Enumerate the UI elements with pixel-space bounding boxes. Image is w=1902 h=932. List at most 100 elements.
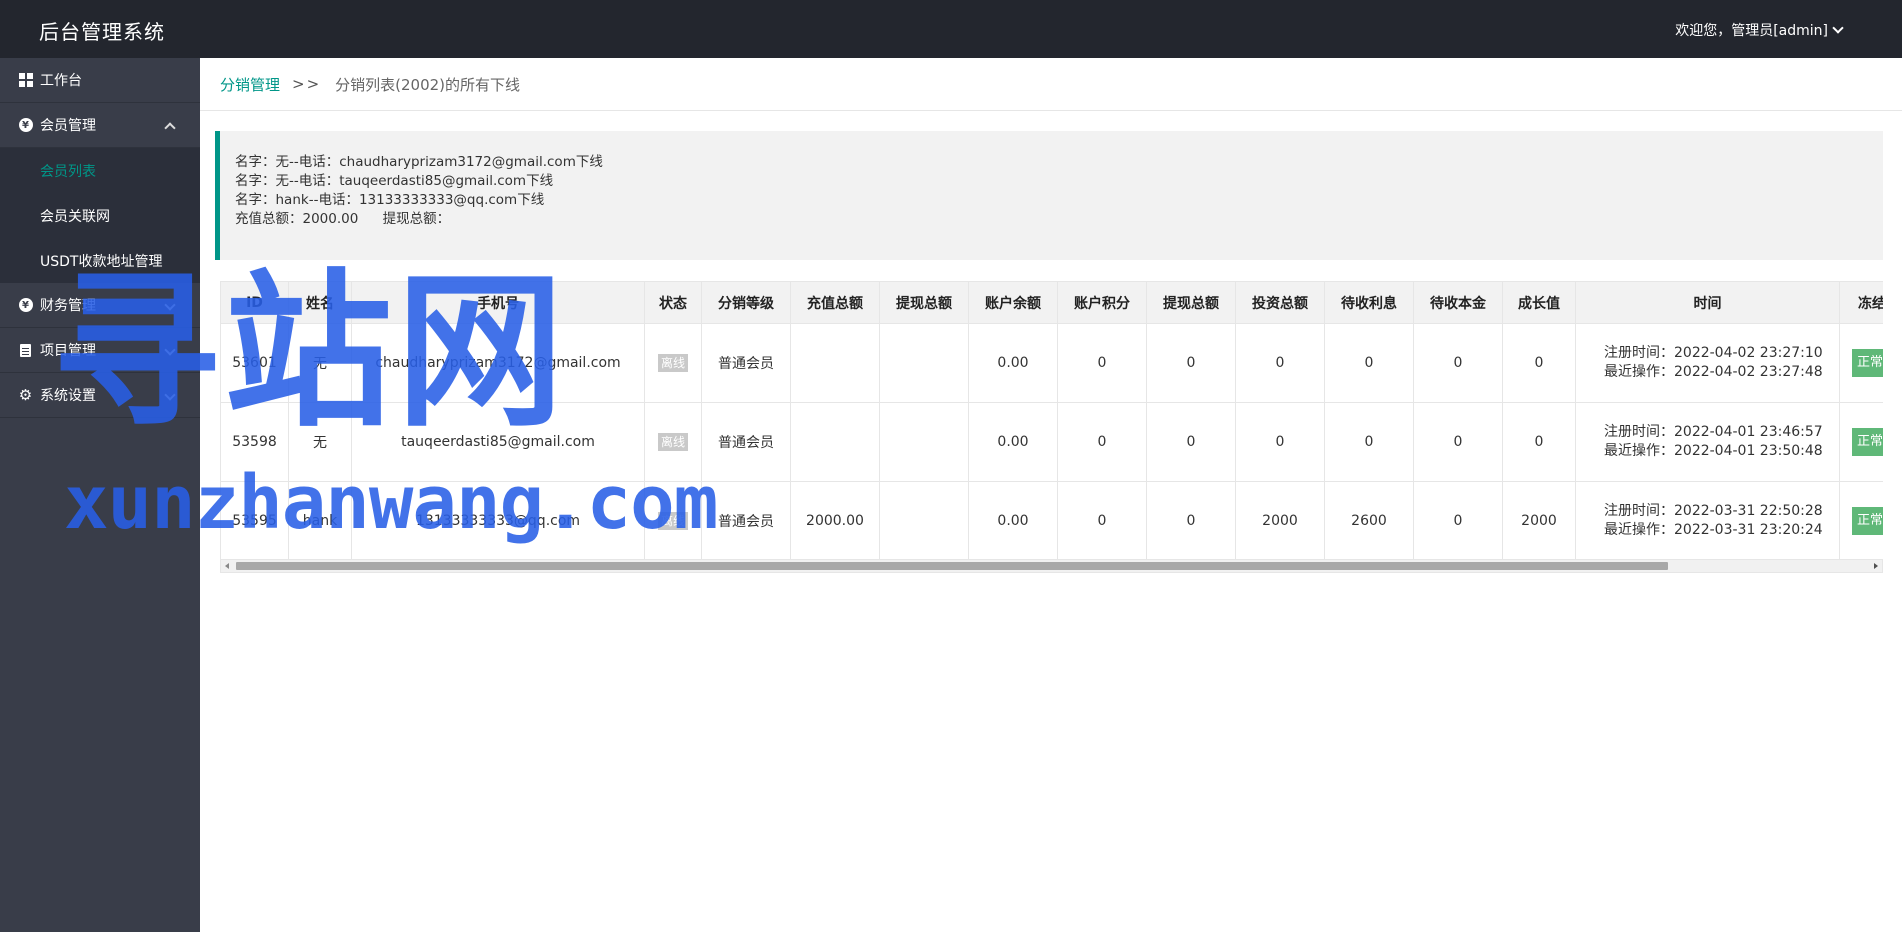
status-badge: 离线	[657, 354, 688, 372]
column-header: 提现总额	[1146, 281, 1236, 324]
cell-pending-interest: 2600	[1324, 481, 1414, 561]
sidebar-subitem-member-network[interactable]: 会员关联网	[0, 193, 200, 238]
sidebar-item-projects[interactable]: 项目管理	[0, 328, 200, 373]
yen-circle-icon: ¥	[18, 298, 33, 313]
clipboard-icon	[18, 343, 33, 358]
table-row: 53598 无 tauqeerdasti85@gmail.com 离线 普通会员 0.00…	[220, 402, 1883, 482]
cell-invest: 0	[1235, 402, 1325, 482]
status-badge: 离线	[657, 433, 688, 451]
sidebar-item-label: 系统设置	[40, 388, 96, 404]
app-title: 后台管理系统	[39, 20, 165, 44]
freeze-status-button[interactable]: 正常	[1851, 349, 1883, 377]
table-row: 53595 hank 13133333333@qq.com 离线 普通会员 2000.00…	[220, 481, 1883, 561]
scroll-left-arrow-icon[interactable]	[225, 563, 229, 569]
gear-icon: ⚙	[18, 385, 33, 404]
sidebar-item-label: 工作台	[40, 73, 82, 89]
member-table-container: ID 姓名 手机号 状态 分销等级 充值总额 提现总额 账户余额 账户积分 提现总额 投资总额 待收利…	[220, 281, 1883, 571]
horizontal-scrollbar[interactable]	[220, 559, 1883, 573]
table-header-row: ID 姓名 手机号 状态 分销等级 充值总额 提现总额 账户余额 账户积分 提现总额 投资总额 待收利…	[220, 281, 1883, 324]
cell-freeze: 正常	[1839, 323, 1883, 403]
cell-withdraw	[879, 402, 969, 482]
recharge-total: 充值总额：2000.00	[235, 211, 359, 227]
cell-id: 53598	[220, 402, 289, 482]
column-header: 成长值	[1502, 281, 1576, 324]
last-operation-time: 最近操作：2022-03-31 23:20:24	[1604, 522, 1823, 538]
sidebar-item-label: 会员管理	[40, 118, 96, 134]
last-operation-time: 最近操作：2022-04-02 23:27:48	[1604, 364, 1823, 380]
breadcrumb: 分销管理 >> 分销列表(2002)的所有下线	[200, 58, 1902, 111]
freeze-status-button[interactable]: 正常	[1851, 428, 1883, 456]
cell-phone: chaudharyprizam3172@gmail.com	[351, 323, 645, 403]
scroll-right-arrow-icon[interactable]	[1874, 563, 1878, 569]
cell-time: 注册时间：2022-03-31 22:50:28 最近操作：2022-03-31 …	[1575, 481, 1840, 561]
dashboard-icon	[18, 73, 33, 88]
cell-level: 普通会员	[701, 323, 791, 403]
chevron-down-icon	[164, 299, 176, 311]
info-line: 名字：hank--电话：13133333333@qq.com下线	[235, 192, 545, 208]
sidebar-item-member-management[interactable]: ¥ 会员管理	[0, 103, 200, 148]
cell-points: 0	[1057, 323, 1147, 403]
cell-pending-principal: 0	[1413, 481, 1503, 561]
cell-withdraw-total: 0	[1146, 481, 1236, 561]
top-header: 后台管理系统 欢迎您，管理员[admin]	[0, 0, 1902, 58]
register-time: 注册时间：2022-03-31 22:50:28	[1604, 503, 1823, 519]
yen-circle-icon: ¥	[18, 118, 33, 133]
cell-balance: 0.00	[968, 402, 1058, 482]
cell-name: 无	[288, 323, 352, 403]
sidebar-item-finance[interactable]: ¥ 财务管理	[0, 283, 200, 328]
scrollbar-thumb[interactable]	[236, 562, 1668, 570]
cell-balance: 0.00	[968, 323, 1058, 403]
chevron-up-icon	[164, 122, 176, 134]
cell-points: 0	[1057, 402, 1147, 482]
cell-status: 离线	[644, 323, 702, 403]
cell-status: 离线	[644, 481, 702, 561]
cell-invest: 2000	[1235, 481, 1325, 561]
cell-withdraw	[879, 481, 969, 561]
column-header: 手机号	[351, 281, 645, 324]
cell-recharge	[790, 323, 880, 403]
chevron-down-icon	[164, 389, 176, 401]
cell-time: 注册时间：2022-04-02 23:27:10 最近操作：2022-04-02 …	[1575, 323, 1840, 403]
breadcrumb-current: 分销列表(2002)的所有下线	[335, 75, 521, 94]
cell-phone: tauqeerdasti85@gmail.com	[351, 402, 645, 482]
cell-name: 无	[288, 402, 352, 482]
column-header: 账户余额	[968, 281, 1058, 324]
cell-withdraw	[879, 323, 969, 403]
register-time: 注册时间：2022-04-02 23:27:10	[1604, 345, 1823, 361]
cell-status: 离线	[644, 402, 702, 482]
cell-id: 53595	[220, 481, 289, 561]
member-submenu: 会员列表 会员关联网 USDT收款地址管理	[0, 148, 200, 283]
sidebar-item-settings[interactable]: ⚙ 系统设置	[0, 373, 200, 418]
freeze-status-button[interactable]: 正常	[1851, 507, 1883, 535]
column-header: 时间	[1575, 281, 1840, 324]
cell-growth: 2000	[1502, 481, 1576, 561]
sidebar-subitem-usdt-address[interactable]: USDT收款地址管理	[0, 238, 200, 283]
status-badge: 离线	[657, 512, 688, 530]
cell-freeze: 正常	[1839, 402, 1883, 482]
cell-balance: 0.00	[968, 481, 1058, 561]
cell-level: 普通会员	[701, 402, 791, 482]
column-header: 待收本金	[1413, 281, 1503, 324]
cell-id: 53601	[220, 323, 289, 403]
cell-withdraw-total: 0	[1146, 323, 1236, 403]
column-header: 投资总额	[1235, 281, 1325, 324]
sidebar-item-dashboard[interactable]: 工作台	[0, 58, 200, 103]
info-line: 名字：无--电话：chaudharyprizam3172@gmail.com下线	[235, 154, 603, 170]
cell-invest: 0	[1235, 323, 1325, 403]
sidebar: 工作台 ¥ 会员管理 会员列表 会员关联网 USDT收款地址管理 ¥ 财务管理 …	[0, 58, 200, 932]
cell-time: 注册时间：2022-04-01 23:46:57 最近操作：2022-04-01 …	[1575, 402, 1840, 482]
sidebar-item-label: 项目管理	[40, 343, 96, 359]
info-totals: 充值总额：2000.00 提现总额：	[235, 210, 1883, 229]
user-menu[interactable]: 欢迎您，管理员[admin]	[1675, 20, 1844, 40]
cell-pending-principal: 0	[1413, 402, 1503, 482]
column-header: 待收利息	[1324, 281, 1414, 324]
breadcrumb-parent-link[interactable]: 分销管理	[220, 74, 280, 95]
cell-growth: 0	[1502, 323, 1576, 403]
sidebar-subitem-member-list[interactable]: 会员列表	[0, 148, 200, 193]
cell-freeze: 正常	[1839, 481, 1883, 561]
column-header: 分销等级	[701, 281, 791, 324]
cell-level: 普通会员	[701, 481, 791, 561]
column-header: 状态	[644, 281, 702, 324]
main-content: 分销管理 >> 分销列表(2002)的所有下线 名字：无--电话：chaudha…	[200, 58, 1902, 932]
cell-withdraw-total: 0	[1146, 402, 1236, 482]
